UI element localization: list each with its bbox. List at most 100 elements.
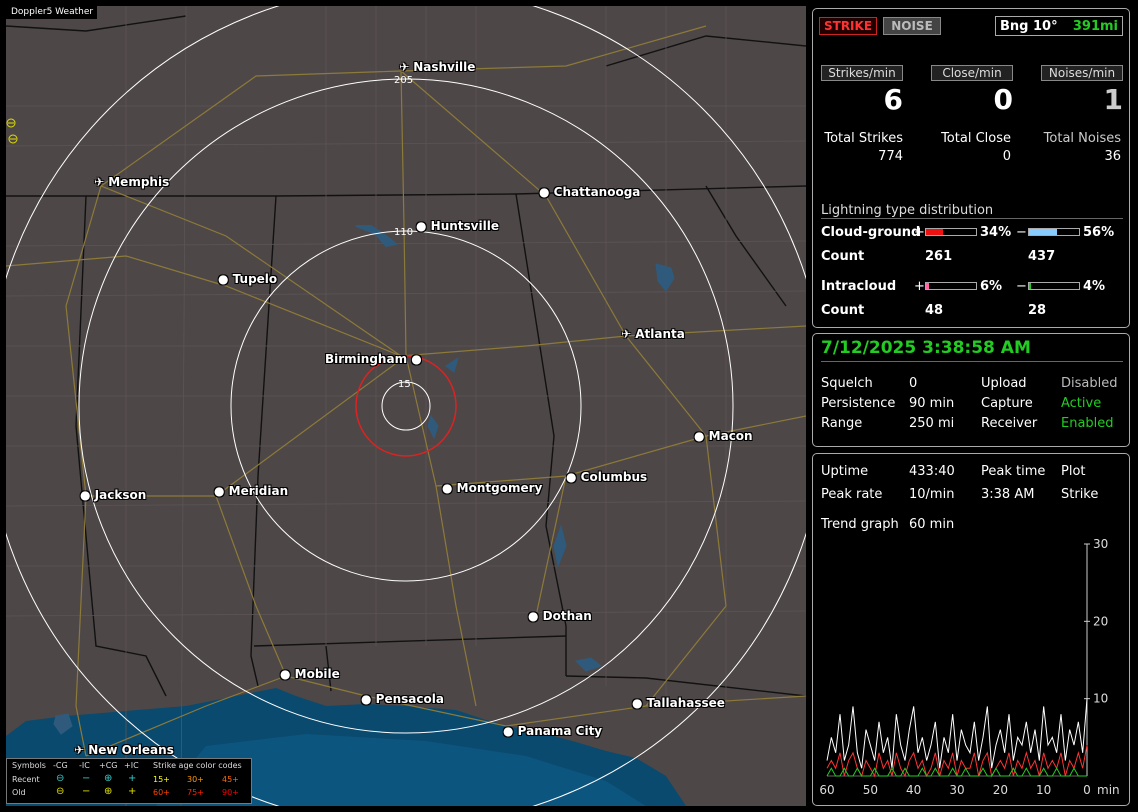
upload-value: Disabled — [1061, 376, 1118, 391]
status-panel: 7/12/2025 3:38:58 AM Squelch 0 Upload Di… — [812, 333, 1130, 447]
noises-per-min-label[interactable]: Noises/min — [1041, 65, 1123, 81]
range-ring-label-15: 15 — [398, 379, 411, 390]
age-code: 90+ — [222, 788, 239, 797]
distribution-title: Lightning type distribution — [821, 203, 994, 218]
city-pensacola: ● Pensacola — [361, 692, 444, 706]
cg-minus-sign: − — [1016, 225, 1027, 240]
ic-plus-sign: + — [914, 279, 925, 294]
city-nashville: ✈ Nashville — [399, 60, 476, 74]
city-new-orleans: ✈ New Orleans — [74, 743, 174, 757]
cg-negative-pct: 56% — [1083, 225, 1115, 240]
uptime-value: 433:40 — [909, 464, 955, 479]
noises-per-min-value: 1 — [1103, 83, 1123, 116]
old-pos-cg-icon: ⊕ — [104, 786, 113, 797]
city-huntsville: ● Huntsville — [416, 219, 499, 233]
range-ring-110 — [230, 230, 582, 582]
trend-y-tick-label: 20 — [1093, 614, 1108, 628]
close-per-min-value: 0 — [993, 83, 1013, 116]
legend-symbols-label: Symbols — [12, 761, 46, 770]
ic-count-label: Count — [821, 303, 865, 318]
strike-markers — [6, 118, 18, 144]
ic-positive-count: 48 — [925, 303, 944, 318]
age-code: 60+ — [153, 788, 170, 797]
city-mobile: ● Mobile — [280, 667, 340, 681]
range-ring-label-205: 205 — [394, 75, 413, 86]
receiver-value: Enabled — [1061, 416, 1114, 431]
strike-stats-panel: STRIKE NOISE Bng 10° 391mi Strikes/min C… — [812, 8, 1130, 328]
age-code: 15+ — [153, 775, 170, 784]
recent-pos-ic-icon: + — [128, 773, 137, 784]
ic-minus-sign: − — [1016, 279, 1027, 294]
cg-negative-bar — [1028, 228, 1080, 236]
cg-negative-count: 437 — [1028, 249, 1056, 264]
datetime-display: 7/12/2025 3:38:58 AM — [821, 338, 1031, 358]
age-code: 45+ — [222, 775, 239, 784]
cg-positive-fill — [926, 229, 943, 235]
capture-label: Capture — [981, 396, 1033, 411]
intracloud-label: Intracloud — [821, 279, 897, 294]
range-ring-205 — [78, 78, 734, 734]
range-ring-label-110: 110 — [394, 227, 413, 238]
plot-label: Plot — [1061, 464, 1086, 479]
recent-pos-cg-icon: ⊕ — [104, 773, 113, 784]
city-atlanta: ✈ Atlanta — [621, 327, 685, 341]
noise-button[interactable]: NOISE — [883, 17, 941, 35]
trend-panel: Uptime 433:40 Peak time Plot Peak rate 1… — [812, 453, 1130, 806]
trend-chart: 30 20 10 60 50 40 30 20 10 0 min — [819, 537, 1120, 797]
cg-positive-pct: 34% — [980, 225, 1012, 240]
age-code: 75+ — [187, 788, 204, 797]
ic-positive-bar — [925, 282, 977, 290]
trend-x-tick-label: 10 — [1036, 783, 1051, 797]
legend-pos-ic: +IC — [124, 761, 139, 770]
old-neg-ic-icon: − — [82, 786, 91, 797]
ic-positive-fill — [926, 283, 929, 289]
bearing-label: Bng 10° — [1000, 19, 1058, 34]
city-meridian: ● Meridian — [214, 484, 289, 498]
county-borders — [6, 6, 806, 806]
peak-time-value: 3:38 AM — [981, 487, 1035, 502]
divider — [821, 361, 1123, 362]
plot-value[interactable]: Strike — [1061, 487, 1098, 502]
ic-negative-count: 28 — [1028, 303, 1047, 318]
trend-x-tick-label: 60 — [819, 783, 834, 797]
total-noises-value: 36 — [1104, 149, 1121, 164]
cloud-ground-label: Cloud-ground — [821, 225, 921, 240]
old-neg-cg-icon: ⊖ — [56, 786, 65, 797]
strike-button[interactable]: STRIKE — [819, 17, 877, 35]
trend-graph-value: 60 min — [909, 517, 955, 532]
trend-y-tick-label: 10 — [1093, 692, 1108, 706]
upload-label: Upload — [981, 376, 1027, 391]
recent-neg-ic-icon: − — [82, 773, 91, 784]
peak-rate-value: 10/min — [909, 487, 955, 502]
city-columbus: ● Columbus — [566, 470, 648, 484]
close-per-min-label[interactable]: Close/min — [931, 65, 1013, 81]
capture-value: Active — [1061, 396, 1102, 411]
total-strikes-label: Total Strikes — [824, 131, 903, 146]
ic-negative-fill — [1029, 283, 1031, 289]
range-value: 250 mi — [909, 416, 955, 431]
city-tupelo: ● Tupelo — [218, 272, 278, 286]
bearing-distance: 391mi — [1072, 19, 1118, 34]
symbol-legend: Symbols -CG -IC +CG +IC Strike age color… — [6, 758, 252, 804]
city-chattanooga: ● Chattanooga — [539, 185, 641, 199]
strikes-per-min-label[interactable]: Strikes/min — [821, 65, 903, 81]
radar-map[interactable]: 15 110 205 ✈ Nashville ✈ Memphis ● Chatt… — [6, 6, 806, 806]
legend-neg-cg: -CG — [53, 761, 68, 770]
squelch-label: Squelch — [821, 376, 873, 391]
bearing-box: Bng 10° 391mi — [995, 16, 1123, 36]
city-jackson: ● Jackson — [80, 488, 147, 502]
trend-x-tick-label: 50 — [863, 783, 878, 797]
divider — [821, 218, 1123, 219]
peak-rate-label: Peak rate — [821, 487, 883, 502]
trend-x-tick-label: 40 — [906, 783, 921, 797]
legend-recent-label: Recent — [12, 775, 40, 784]
legend-neg-ic: -IC — [79, 761, 90, 770]
strikes-per-min-value: 6 — [883, 83, 903, 116]
close-range-ring — [355, 355, 457, 457]
total-close-label: Total Close — [941, 131, 1011, 146]
total-strikes-value: 774 — [878, 149, 903, 164]
trend-x-unit-label: min — [1097, 783, 1120, 797]
city-montgomery: ● Montgomery — [442, 481, 543, 495]
trend-series-0 — [826, 698, 1088, 769]
city-birmingham: Birmingham ● — [325, 352, 422, 366]
